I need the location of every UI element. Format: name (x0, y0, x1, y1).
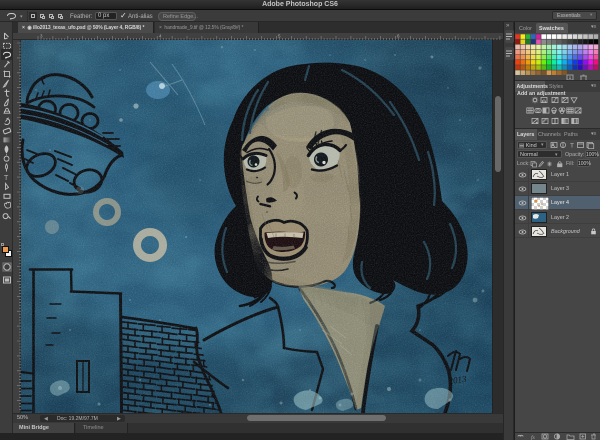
svg-text:T: T (570, 143, 574, 150)
svg-text:3: 3 (40, 34, 43, 39)
svg-text:T: T (4, 175, 9, 182)
svg-text:5: 5 (278, 34, 281, 39)
svg-text:6: 6 (397, 34, 400, 39)
svg-text:4: 4 (159, 34, 162, 39)
svg-text:fx: fx (531, 434, 536, 440)
